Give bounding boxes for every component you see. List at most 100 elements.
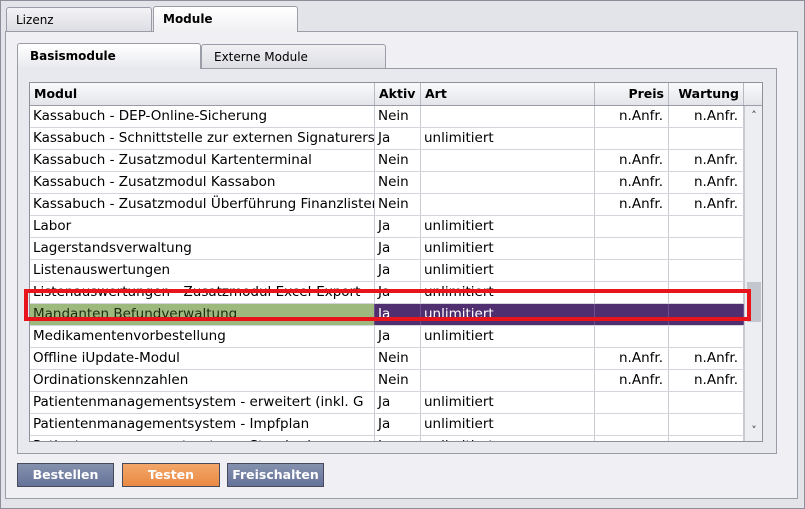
column-header-spacer [744, 83, 762, 105]
cell-preis: n.Anfr. [595, 348, 669, 369]
module-table[interactable]: Modul Aktiv Art Preis Wartung Kassabuch … [29, 82, 763, 442]
table-row[interactable]: Patientenmanagementsystem - StandardJaun… [30, 436, 744, 441]
column-header-preis[interactable]: Preis [595, 83, 669, 105]
chevron-down-icon[interactable]: ˅ [745, 422, 762, 440]
table-row[interactable]: Offline iUpdate-Modul Nein n.Anfr. n.Anfr. [30, 348, 744, 370]
cell-wartung [669, 436, 744, 441]
cell-preis [595, 128, 669, 149]
cell-preis [595, 436, 669, 441]
tab-externe-module[interactable]: Externe Module [201, 44, 386, 69]
testen-button[interactable]: Testen [122, 463, 220, 487]
table-row[interactable]: Kassabuch - Zusatzmodul Überführung Fina… [30, 194, 744, 216]
cell-preis [595, 414, 669, 435]
cell-preis: n.Anfr. [595, 150, 669, 171]
cell-aktiv: Ja [375, 238, 421, 259]
cell-art: unlimitiert [421, 392, 595, 413]
cell-modul: Kassabuch - Zusatzmodul Kassabon [30, 172, 375, 193]
table-row[interactable]: Kassabuch - DEP-Online-Sicherung Nein n.An… [30, 106, 744, 128]
table-row[interactable]: Lagerstandsverwaltung Ja unlimitiert [30, 238, 744, 260]
cell-wartung: n.Anfr. [669, 194, 744, 215]
cell-wartung [669, 326, 744, 347]
table-row[interactable]: Ordinationskennzahlen Nein n.Anfr. n.Anfr. [30, 370, 744, 392]
cell-wartung: n.Anfr. [669, 370, 744, 391]
column-header-aktiv[interactable]: Aktiv [375, 83, 421, 105]
table-row[interactable]: Labor Ja unlimitiert [30, 216, 744, 238]
cell-aktiv: Nein [375, 172, 421, 193]
cell-art: unlimitiert [421, 304, 595, 325]
cell-art: unlimitiert [421, 282, 595, 303]
cell-art: unlimitiert [421, 260, 595, 281]
tab-module-label: Module [163, 12, 213, 26]
cell-wartung: n.Anfr. [669, 106, 744, 127]
cell-preis [595, 282, 669, 303]
cell-aktiv: Ja [375, 260, 421, 281]
bestellen-button[interactable]: Bestellen [17, 463, 114, 487]
cell-preis [595, 260, 669, 281]
cell-modul: Patientenmanagementsystem - erweitert (i… [30, 392, 375, 413]
table-row[interactable]: Medikamentenvorbestellung Ja unlimitiert [30, 326, 744, 348]
cell-wartung [669, 216, 744, 237]
cell-art [421, 150, 595, 171]
cell-wartung [669, 282, 744, 303]
cell-art [421, 348, 595, 369]
cell-preis [595, 238, 669, 259]
table-row[interactable]: Patientenmanagementsystem - Impfplan Ja un… [30, 414, 744, 436]
table-row[interactable]: Mandanten Befundverwaltung Ja unlimitiert [30, 304, 744, 326]
cell-aktiv: Ja [375, 436, 421, 441]
cell-wartung [669, 414, 744, 435]
cell-modul: Kassabuch - DEP-Online-Sicherung [30, 106, 375, 127]
cell-modul: Kassabuch - Schnittstelle zur externen S… [30, 128, 375, 149]
cell-aktiv: Ja [375, 216, 421, 237]
cell-art: unlimitiert [421, 326, 595, 347]
cell-preis [595, 304, 669, 325]
cell-wartung: n.Anfr. [669, 172, 744, 193]
cell-art: unlimitiert [421, 238, 595, 259]
cell-aktiv: Nein [375, 194, 421, 215]
cell-modul: Listenauswertungen - Zusatzmodul Excel-E… [30, 282, 375, 303]
cell-wartung [669, 392, 744, 413]
cell-aktiv: Ja [375, 282, 421, 303]
cell-aktiv: Nein [375, 348, 421, 369]
cell-modul: Ordinationskennzahlen [30, 370, 375, 391]
tab-lizenz[interactable]: Lizenz [6, 7, 152, 32]
cell-wartung [669, 304, 744, 325]
table-row[interactable]: Listenauswertungen - Zusatzmodul Excel-E… [30, 282, 744, 304]
cell-modul: Lagerstandsverwaltung [30, 238, 375, 259]
cell-preis [595, 326, 669, 347]
table-row[interactable]: Kassabuch - Zusatzmodul Kartenterminal Ne… [30, 150, 744, 172]
cell-aktiv: Nein [375, 106, 421, 127]
cell-wartung [669, 238, 744, 259]
table-row[interactable]: Kassabuch - Schnittstelle zur externen S… [30, 128, 744, 150]
cell-wartung [669, 260, 744, 281]
tab-basismodule[interactable]: Basismodule [17, 43, 201, 69]
cell-modul: Listenauswertungen [30, 260, 375, 281]
tab-basismodule-label: Basismodule [30, 49, 116, 63]
vertical-scrollbar[interactable]: ˄ ˅ [744, 106, 762, 441]
cell-aktiv: Ja [375, 326, 421, 347]
table-row[interactable]: Listenauswertungen Ja unlimitiert [30, 260, 744, 282]
cell-aktiv: Nein [375, 150, 421, 171]
cell-aktiv: Ja [375, 392, 421, 413]
cell-preis: n.Anfr. [595, 194, 669, 215]
cell-art [421, 194, 595, 215]
cell-aktiv: Ja [375, 128, 421, 149]
scrollbar-thumb[interactable] [747, 282, 761, 322]
column-header-wartung[interactable]: Wartung [669, 83, 744, 105]
column-header-modul[interactable]: Modul [30, 83, 375, 105]
tab-externe-module-label: Externe Module [214, 50, 308, 64]
cell-modul: Kassabuch - Zusatzmodul Kartenterminal [30, 150, 375, 171]
chevron-up-icon[interactable]: ˄ [745, 107, 762, 125]
cell-art: unlimitiert [421, 128, 595, 149]
cell-preis: n.Anfr. [595, 172, 669, 193]
cell-aktiv: Ja [375, 304, 421, 325]
table-row[interactable]: Patientenmanagementsystem - erweitert (i… [30, 392, 744, 414]
cell-art [421, 106, 595, 127]
freischalten-button[interactable]: Freischalten [227, 463, 324, 487]
cell-modul: Patientenmanagementsystem - Standard [30, 436, 375, 441]
cell-wartung: n.Anfr. [669, 348, 744, 369]
cell-modul: Labor [30, 216, 375, 237]
cell-preis: n.Anfr. [595, 370, 669, 391]
table-row[interactable]: Kassabuch - Zusatzmodul Kassabon Nein n.An… [30, 172, 744, 194]
column-header-art[interactable]: Art [421, 83, 595, 105]
tab-module[interactable]: Module [153, 6, 298, 32]
